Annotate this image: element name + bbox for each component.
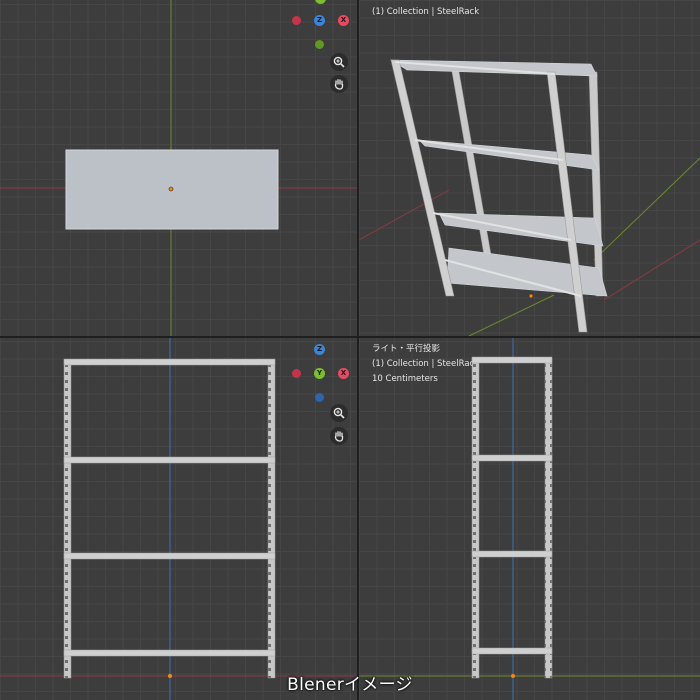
gizmo-neg-y-handle[interactable]: [315, 40, 324, 49]
gizmo-z-handle[interactable]: Z: [314, 344, 325, 355]
pan-button[interactable]: [330, 427, 348, 445]
gizmo-x-handle[interactable]: X: [338, 15, 349, 26]
rail-2: [414, 139, 564, 161]
y-axis-line: [468, 294, 555, 336]
shelf-bottom: [446, 247, 608, 297]
hand-icon: [334, 431, 344, 442]
viewport-splitter-vertical[interactable]: [357, 0, 359, 700]
shelf-top: [63, 358, 276, 366]
shelf-bottom: [471, 647, 553, 655]
zoom-icon: [333, 56, 345, 68]
origin-point: [168, 186, 174, 192]
viewport-splitter-horizontal[interactable]: [0, 336, 700, 338]
front-left-post: [390, 59, 455, 297]
front-view-canvas: [0, 338, 357, 700]
gizmo-z-handle[interactable]: Z: [314, 15, 325, 26]
gizmo-neg-z-handle[interactable]: [315, 393, 324, 402]
hand-icon: [334, 79, 344, 90]
pan-button[interactable]: [330, 75, 348, 93]
gizmo-neg-x-handle[interactable]: [292, 16, 301, 25]
viewport-bottom-right[interactable]: ライト・平行投影 (1) Collection | SteelRack 10 C…: [359, 338, 700, 700]
zoom-button[interactable]: [330, 53, 348, 71]
viewport-top-right[interactable]: (1) Collection | SteelRack: [359, 0, 700, 336]
viewport-top-left[interactable]: Z X: [0, 0, 357, 336]
perspective-canvas: [359, 59, 700, 336]
back-right-post: [588, 71, 604, 297]
left-post: [63, 359, 72, 679]
top-view-canvas: [0, 0, 357, 336]
zoom-icon: [333, 407, 345, 419]
left-post: [471, 357, 480, 679]
shelf-2: [63, 456, 276, 464]
viewport-bottom-left[interactable]: Z Y X: [0, 338, 357, 700]
shelf-3: [63, 552, 276, 560]
back-left-post: [450, 65, 495, 273]
origin-point: [528, 293, 534, 299]
y-axis-line-right: [593, 157, 700, 261]
shelf-2: [471, 454, 553, 462]
image-caption: Blenerイメージ: [287, 675, 413, 695]
x-axis-line-right: [603, 239, 700, 301]
right-post: [544, 357, 553, 679]
shelf-top: [471, 356, 553, 364]
shelf-3: [471, 550, 553, 558]
gizmo-x-handle[interactable]: X: [338, 368, 349, 379]
side-view-canvas: [359, 338, 700, 700]
gizmo-neg-x-handle[interactable]: [292, 369, 301, 378]
right-post: [267, 359, 276, 679]
gizmo-y-handle[interactable]: Y: [314, 368, 325, 379]
zoom-button[interactable]: [330, 404, 348, 422]
shelf-top: [389, 59, 598, 77]
shelf-bottom: [63, 649, 276, 657]
